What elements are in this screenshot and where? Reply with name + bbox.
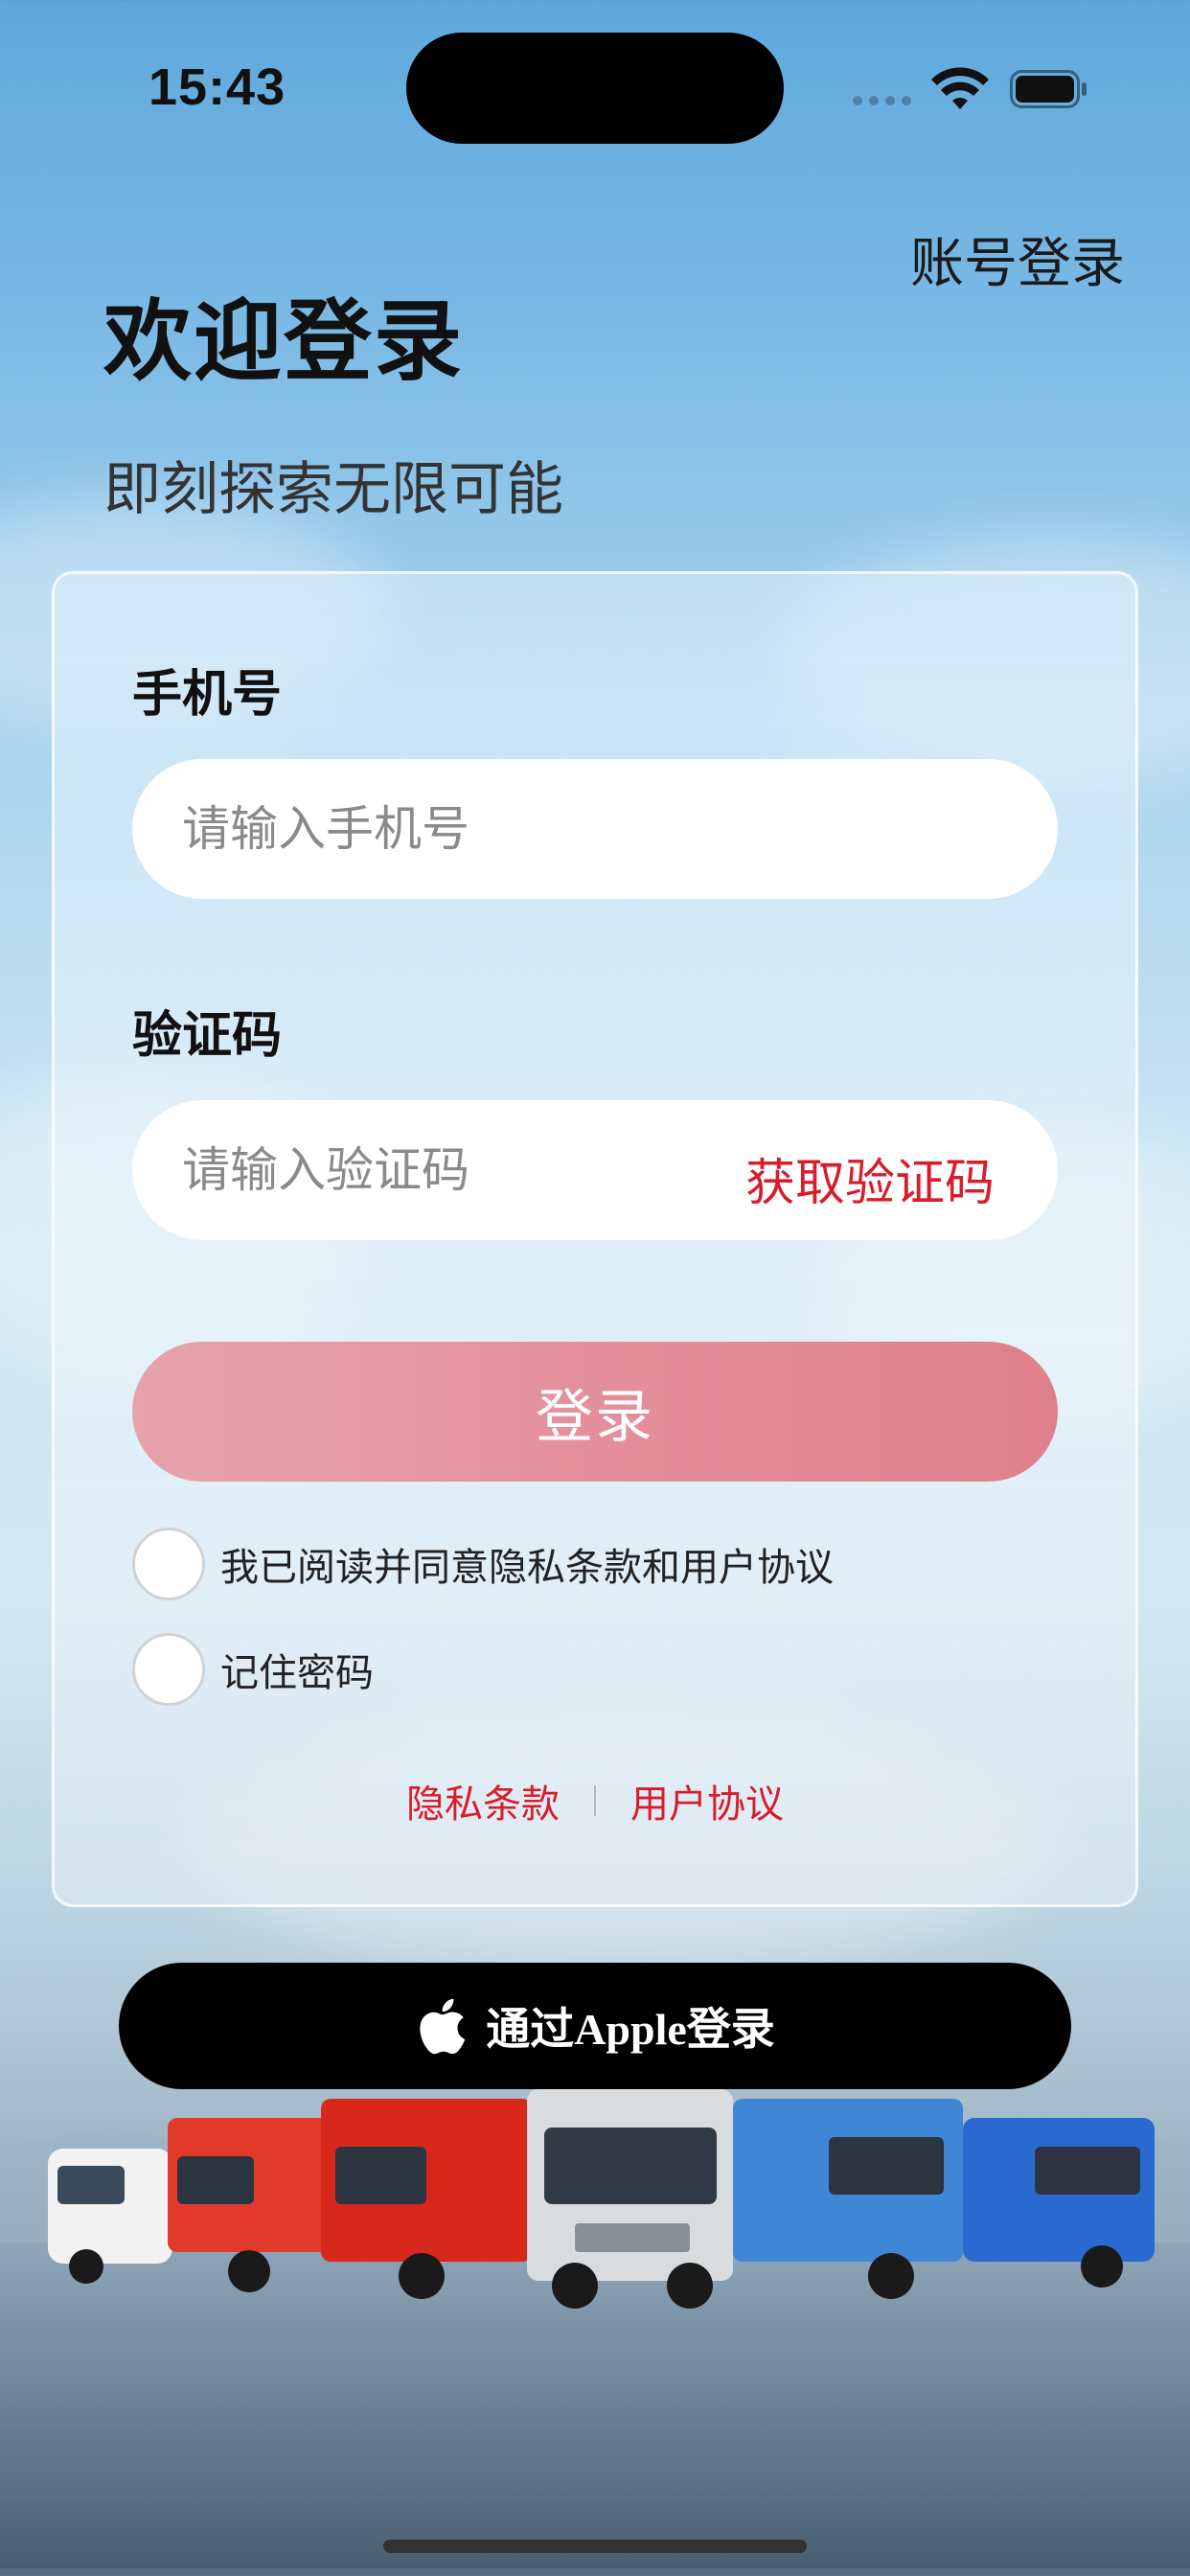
get-code-button[interactable]: 获取验证码 — [745, 1142, 995, 1214]
page-title: 欢迎登录 — [103, 290, 465, 393]
account-login-link[interactable]: 账号登录 — [910, 220, 1125, 298]
agree-row: 我已阅读并同意隐私条款和用户协议 — [132, 1528, 834, 1600]
remember-label: 记住密码 — [220, 1651, 374, 1695]
code-field: 获取验证码 — [132, 1100, 1058, 1240]
dynamic-island — [406, 33, 784, 144]
code-input[interactable] — [182, 1100, 795, 1240]
code-label: 验证码 — [132, 1007, 283, 1065]
signal-icon — [853, 96, 912, 107]
agree-label: 我已阅读并同意隐私条款和用户协议 — [220, 1546, 834, 1590]
agree-checkbox[interactable] — [132, 1528, 205, 1600]
phone-label: 手机号 — [132, 666, 283, 724]
legal-links: 隐私条款 用户协议 — [0, 1773, 1190, 1828]
apple-icon — [420, 1998, 466, 2055]
wifi-icon — [931, 67, 989, 109]
terms-link[interactable]: 用户协议 — [630, 1773, 784, 1828]
page-subtitle: 即刻探索无限可能 — [103, 456, 563, 523]
apple-login-label: 通过Apple登录 — [486, 2005, 775, 2054]
phone-input[interactable] — [182, 759, 795, 899]
apple-login-button[interactable]: 通过Apple登录 — [119, 1963, 1071, 2089]
phone-field — [132, 759, 1058, 899]
trucks-banner-image — [0, 2089, 1190, 2568]
status-bar: 15:43 — [0, 0, 1190, 172]
status-time: 15:43 — [149, 58, 286, 116]
remember-row: 记住密码 — [132, 1633, 374, 1706]
links-divider — [594, 1785, 596, 1816]
remember-checkbox[interactable] — [132, 1633, 205, 1706]
battery-icon — [1010, 70, 1087, 108]
privacy-link[interactable]: 隐私条款 — [406, 1773, 560, 1828]
home-indicator — [383, 2540, 807, 2553]
login-button[interactable]: 登录 — [132, 1342, 1058, 1482]
